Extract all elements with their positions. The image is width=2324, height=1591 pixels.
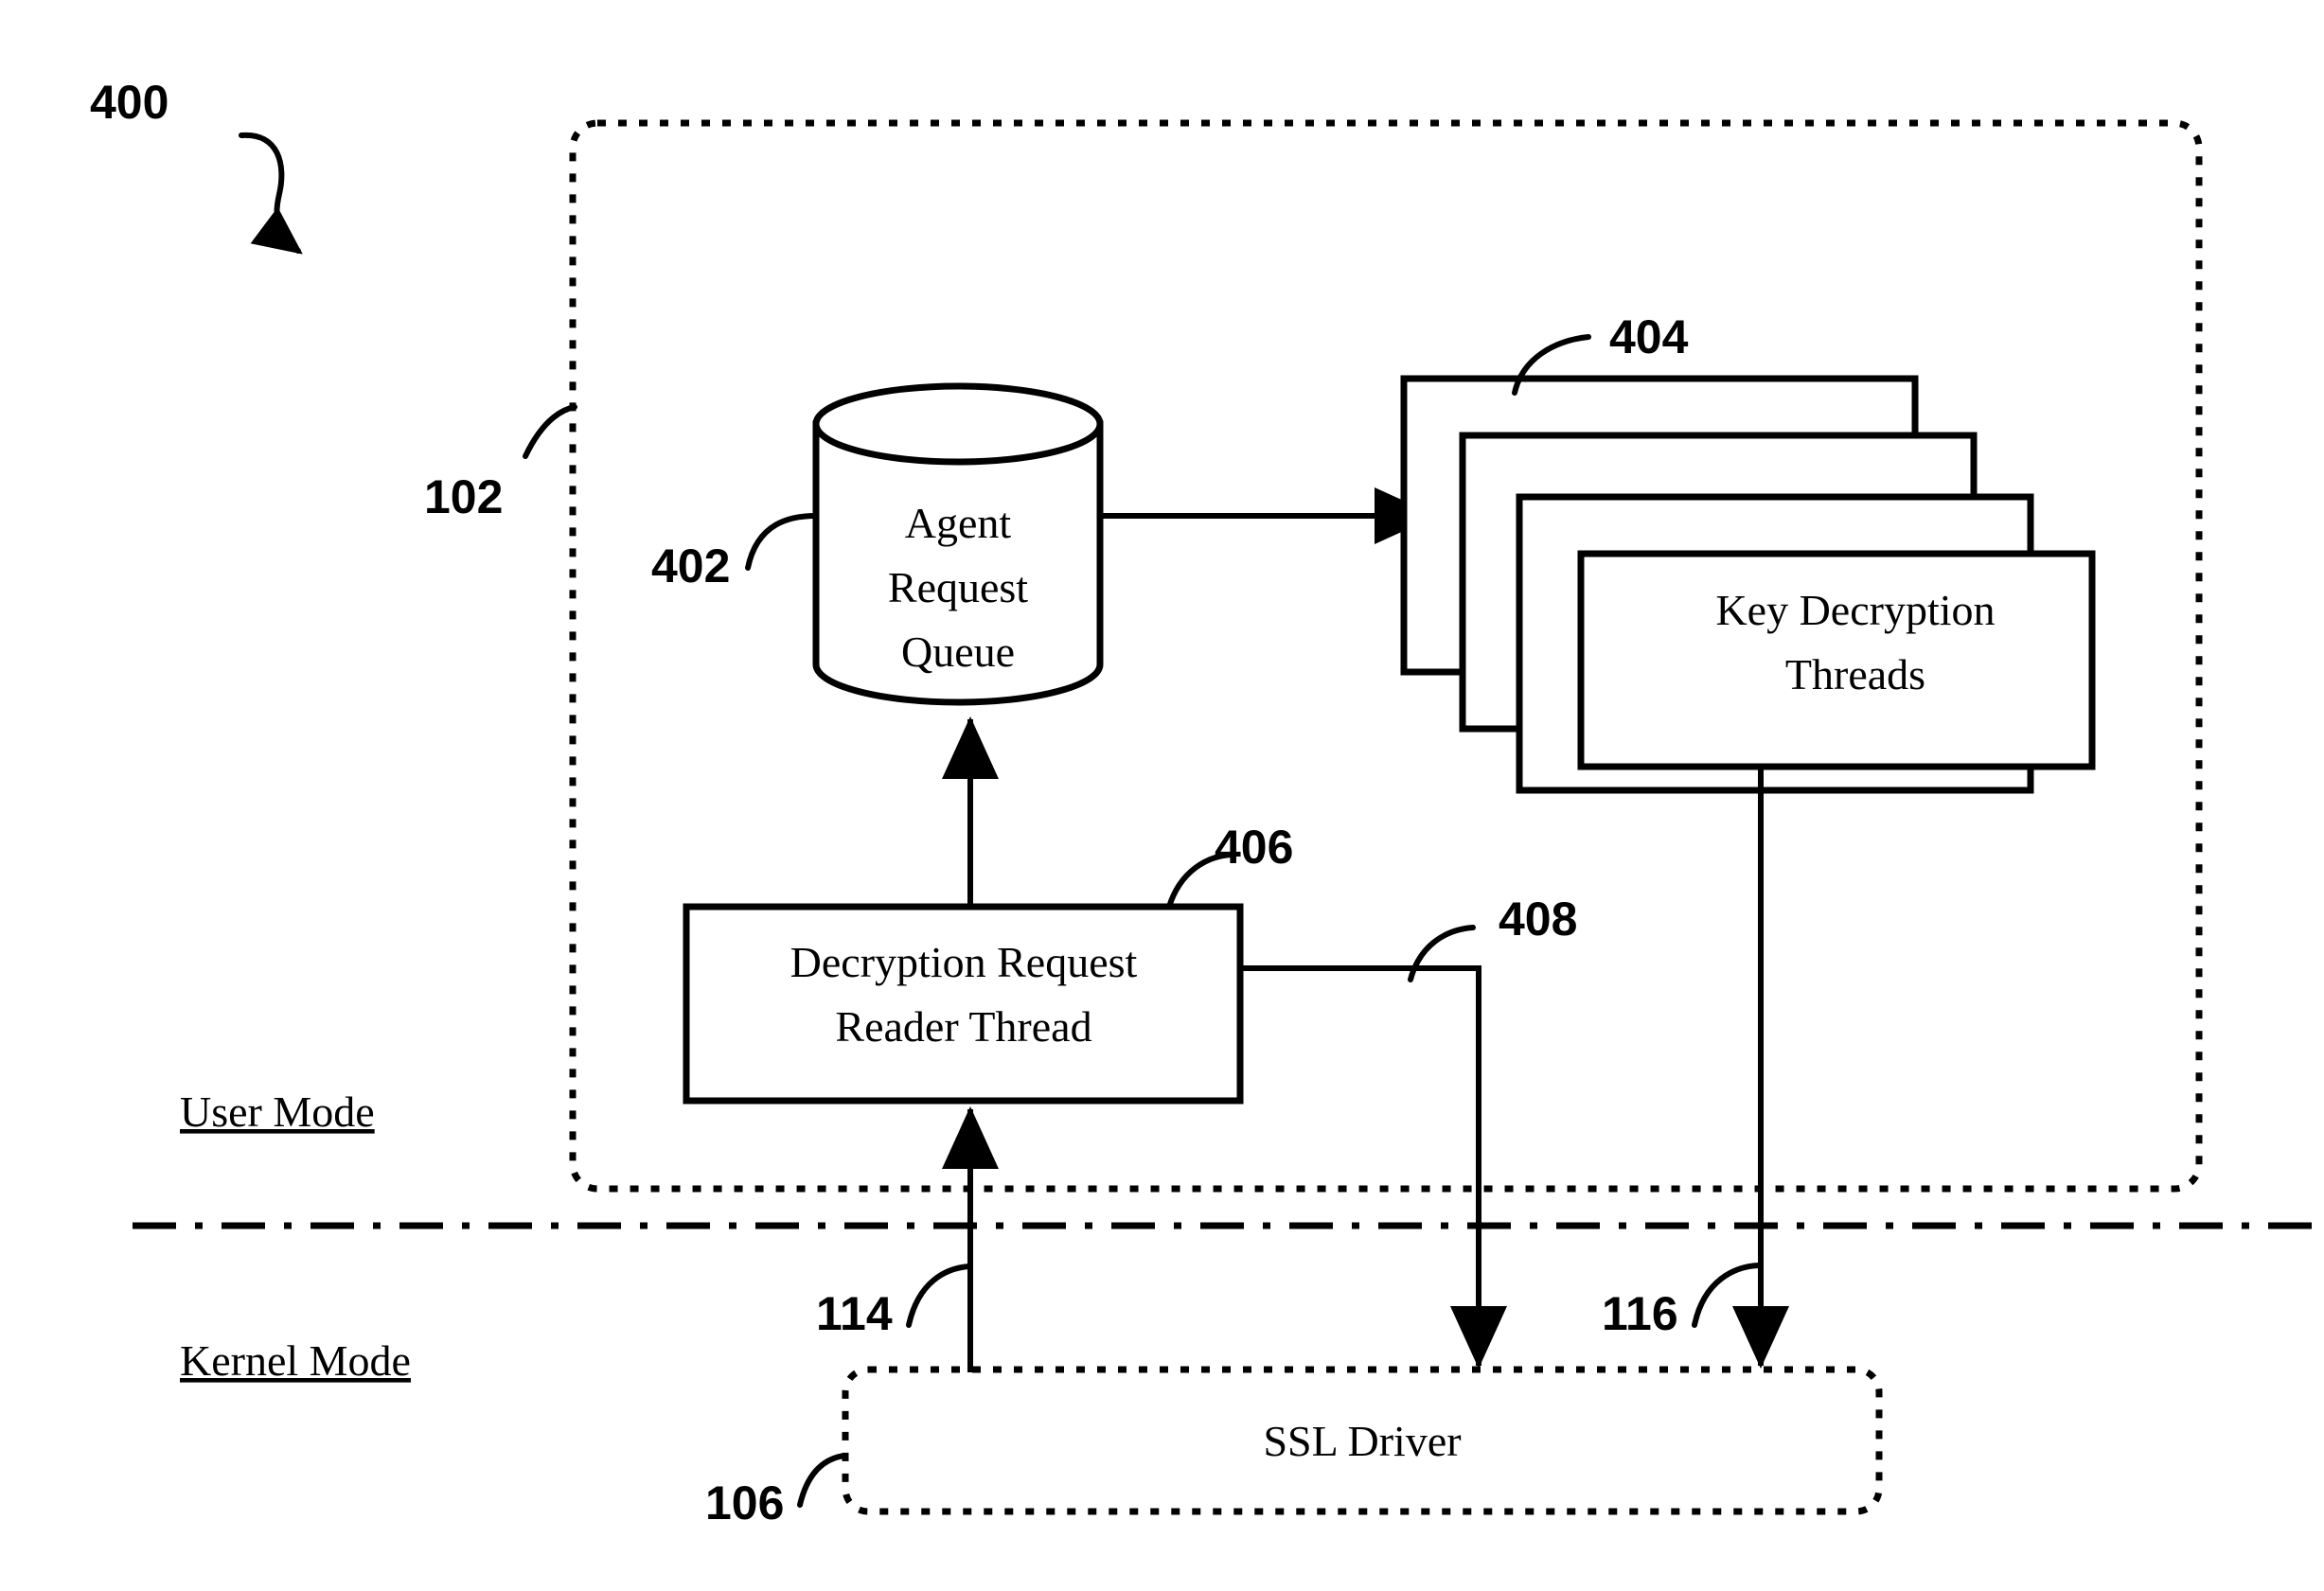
ssl-driver-label: SSL Driver [1263, 1417, 1461, 1465]
reader-label-line1: Decryption Request [790, 938, 1138, 986]
threads-label-line1: Key Decryption [1715, 586, 1995, 634]
user-mode-label: User Mode [180, 1087, 375, 1136]
figure-text-layer: 400 102 402 Agent Request Queue 404 Key … [90, 76, 1996, 1529]
threads-label-line2: Threads [1785, 650, 1925, 698]
ref-label-114: 114 [816, 1287, 893, 1340]
kernel-mode-label: Kernel Mode [180, 1336, 411, 1385]
ref-label-116: 116 [1602, 1287, 1678, 1340]
ref-label-402: 402 [651, 539, 730, 592]
figure-number-400: 400 [90, 76, 169, 129]
ref-label-106: 106 [705, 1476, 784, 1529]
figure-canvas: 400 102 402 Agent Request Queue 404 Key … [0, 0, 2324, 1591]
reader-label-line2: Reader Thread [835, 1002, 1091, 1051]
queue-label-line3: Queue [901, 628, 1015, 676]
ref-label-406: 406 [1215, 821, 1293, 874]
ref-label-404: 404 [1609, 310, 1689, 363]
queue-label-line2: Request [888, 563, 1028, 611]
ref-label-408: 408 [1499, 893, 1577, 946]
ref-label-102: 102 [424, 470, 503, 523]
queue-label-line1: Agent [905, 499, 1012, 547]
